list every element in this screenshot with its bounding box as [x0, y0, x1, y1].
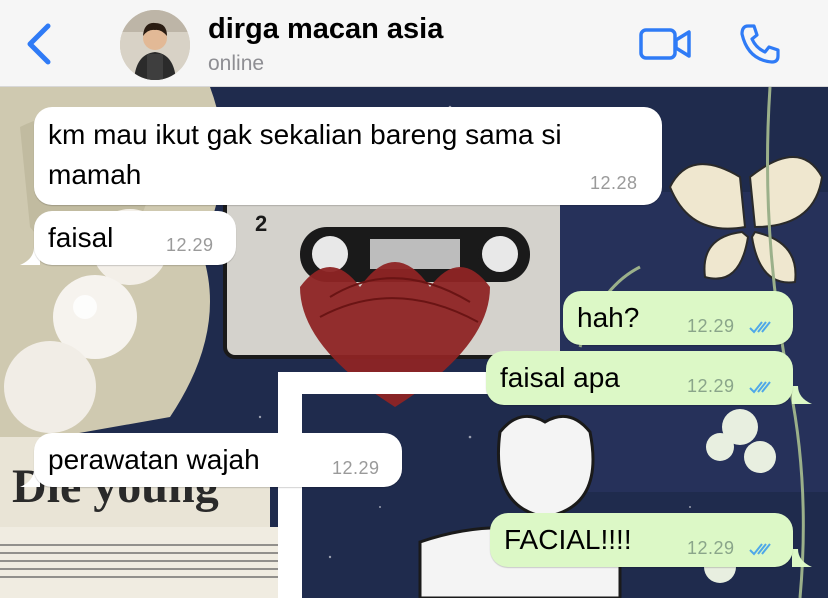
- message-text: faisal apa: [500, 362, 620, 393]
- message-bubble-outgoing[interactable]: faisal apa 12.29: [486, 351, 793, 405]
- message-bubble-incoming[interactable]: perawatan wajah 12.29: [34, 433, 402, 487]
- message-time: 12.29: [166, 235, 214, 255]
- chat-header: dirga macan asia online: [0, 0, 828, 87]
- message-bubble-incoming[interactable]: faisal 12.29: [34, 211, 236, 265]
- message-time: 12.29: [687, 316, 735, 336]
- message-time: 12.29: [687, 376, 735, 396]
- message-text: km mau ikut gak sekalian bareng sama si …: [48, 119, 562, 190]
- message-text: perawatan wajah: [48, 444, 260, 475]
- contact-name[interactable]: dirga macan asia: [208, 13, 443, 46]
- contact-status: online: [208, 52, 265, 75]
- phone-icon[interactable]: [738, 22, 782, 66]
- chevron-left-icon[interactable]: [24, 22, 56, 66]
- chat-wallpaper: Die young 2: [0, 87, 828, 598]
- avatar[interactable]: [120, 10, 190, 80]
- message-bubble-outgoing[interactable]: hah? 12.29: [563, 291, 793, 345]
- message-text: FACIAL!!!!: [504, 524, 632, 555]
- read-receipt-icon: [749, 381, 771, 394]
- message-time: 12.28: [590, 173, 638, 193]
- svg-text:2: 2: [255, 211, 267, 236]
- message-bubble-incoming[interactable]: km mau ikut gak sekalian bareng sama si …: [34, 107, 662, 205]
- bubble-tail-outgoing: [792, 549, 812, 567]
- read-receipt-icon: [749, 321, 771, 334]
- bubble-tail-outgoing: [792, 386, 812, 404]
- message-time: 12.29: [332, 458, 380, 478]
- message-text: hah?: [577, 302, 640, 333]
- message-time: 12.29: [687, 538, 735, 558]
- video-camera-icon[interactable]: [638, 24, 692, 64]
- message-text: faisal: [48, 222, 114, 253]
- message-bubble-outgoing[interactable]: FACIAL!!!! 12.29: [490, 513, 793, 567]
- read-receipt-icon: [749, 543, 771, 556]
